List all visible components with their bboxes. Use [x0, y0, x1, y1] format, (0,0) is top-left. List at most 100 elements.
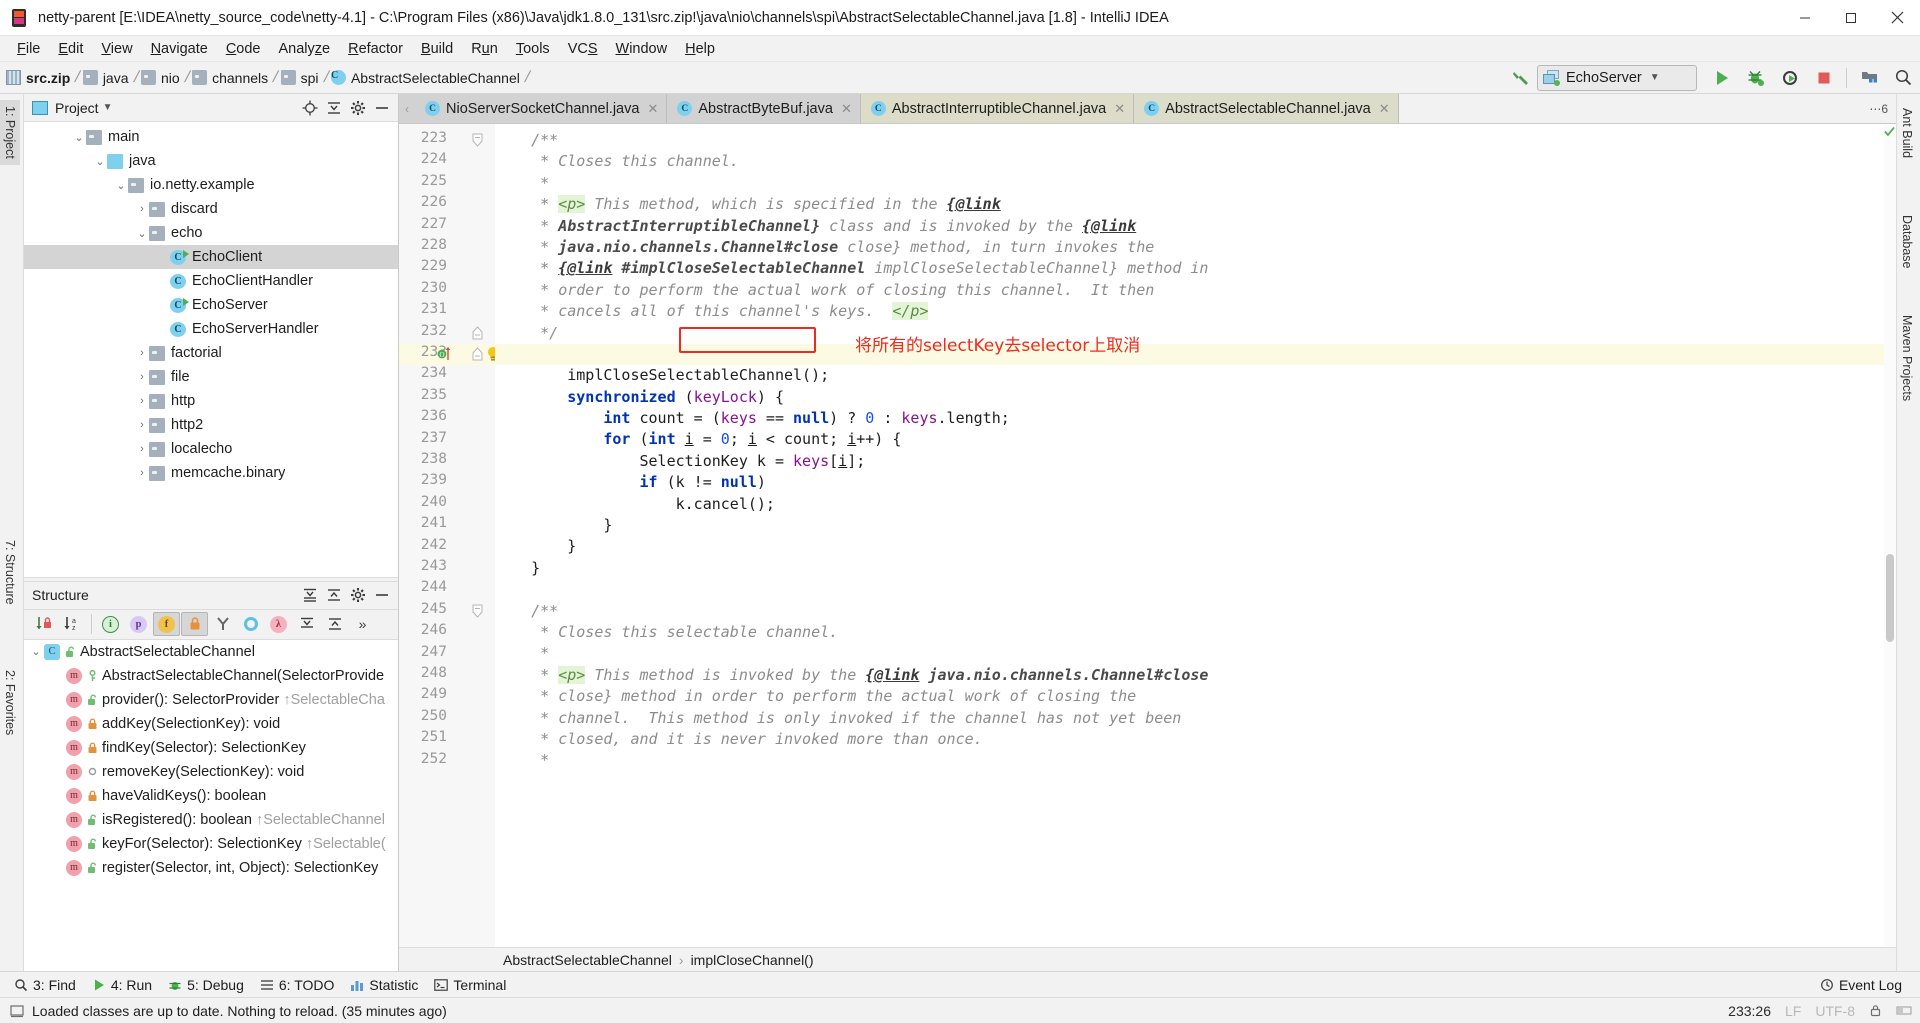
stop-button[interactable]	[1807, 63, 1841, 93]
expand-all-icon[interactable]	[298, 584, 322, 606]
menu-help[interactable]: Help	[676, 39, 724, 59]
sidebar-item-database[interactable]: Database	[1897, 209, 1917, 275]
structure-item-keyfor-selector-selectionkey[interactable]: m keyFor(Selector): SelectionKey ↑Selecta…	[24, 832, 398, 856]
expand-all-icon-2[interactable]	[293, 612, 320, 636]
menu-refactor[interactable]: Refactor	[339, 39, 412, 59]
search-everywhere-button[interactable]	[1886, 63, 1920, 93]
tree-item-echoclient[interactable]: C EchoClient	[24, 245, 398, 269]
show-lambdas-icon[interactable]: λ	[265, 612, 292, 636]
structure-item-register-selector-int-object-selectionke[interactable]: m register(Selector, int, Object): Select…	[24, 856, 398, 880]
file-encoding[interactable]: UTF-8	[1815, 1003, 1855, 1019]
project-tree[interactable]: ⌄ main ⌄ java ⌄ io.netty.example › discard ⌄ echo…	[24, 122, 398, 577]
toolwindow-terminal[interactable]: Terminal	[430, 975, 518, 995]
show-fields-icon[interactable]: f	[153, 612, 180, 636]
read-only-icon[interactable]	[1869, 1004, 1882, 1017]
toolwindow-run[interactable]: 4: Run	[88, 975, 164, 995]
menu-analyze[interactable]: Analyze	[270, 39, 340, 59]
tree-item-discard[interactable]: › discard	[24, 197, 398, 221]
fold-region-icon[interactable]	[471, 132, 484, 148]
show-anonymous-icon[interactable]	[209, 612, 236, 636]
gear-icon[interactable]	[346, 97, 370, 119]
chevron-down-icon[interactable]: ⌄	[93, 155, 107, 168]
tab-abstractselectablechannel[interactable]: C AbstractSelectableChannel.java ✕	[1134, 94, 1399, 123]
caret-position[interactable]: 233:26	[1728, 1003, 1771, 1019]
breadcrumb-item-abstractselectablechannel[interactable]: C AbstractSelectableChannel	[330, 70, 520, 86]
chevron-right-icon[interactable]: ›	[135, 467, 149, 479]
source-code[interactable]: /** * Closes this channel. * * <p> This …	[495, 124, 1896, 772]
tree-item-echoserverhandler[interactable]: C EchoServerHandler	[24, 317, 398, 341]
tab-nioserversocketchannel[interactable]: C NioServerSocketChannel.java ✕	[415, 94, 668, 123]
menu-edit[interactable]: Edit	[49, 39, 92, 59]
close-icon[interactable]: ✕	[1379, 101, 1390, 117]
sidebar-item-ant-build[interactable]: Ant Build	[1897, 102, 1917, 164]
chevron-right-icon[interactable]: ›	[135, 371, 149, 383]
breadcrumb-item-channels[interactable]: channels	[192, 70, 268, 86]
tree-item-main[interactable]: ⌄ main	[24, 125, 398, 149]
menu-tools[interactable]: Tools	[507, 39, 559, 59]
close-icon[interactable]: ✕	[1114, 101, 1125, 117]
structure-item-havevalidkeys-boolean[interactable]: m haveValidKeys(): boolean	[24, 784, 398, 808]
tab-abstractbytebuf[interactable]: C AbstractByteBuf.java ✕	[667, 94, 861, 123]
breadcrumb-method[interactable]: implCloseChannel()	[691, 952, 814, 968]
tabs-scroll-left-icon[interactable]: ‹	[399, 94, 415, 123]
chevron-down-icon[interactable]: ⌄	[28, 645, 44, 658]
chevron-right-icon[interactable]: ›	[135, 203, 149, 215]
structure-item-abstractselectablechannel[interactable]: ⌄ C AbstractSelectableChannel	[24, 640, 398, 664]
overridden-method-icon[interactable]: O	[437, 345, 455, 363]
chevron-right-icon[interactable]: ›	[135, 395, 149, 407]
fold-region-icon[interactable]	[471, 346, 484, 362]
show-inherited-icon[interactable]: i	[97, 612, 124, 636]
chevron-down-icon[interactable]: ⌄	[114, 179, 128, 192]
build-button[interactable]	[1503, 63, 1537, 93]
chevron-down-icon[interactable]: ▼	[103, 102, 113, 113]
breadcrumb-item-java[interactable]: java	[82, 70, 129, 86]
memory-indicator[interactable]	[1896, 1004, 1912, 1017]
line-separator[interactable]: LF	[1785, 1003, 1801, 1019]
tree-item-memcache-binary[interactable]: › memcache.binary	[24, 461, 398, 485]
menu-vcs[interactable]: VCS	[559, 39, 607, 59]
tree-item-factorial[interactable]: › factorial	[24, 341, 398, 365]
hide-icon-structure[interactable]	[370, 584, 394, 606]
code-area[interactable]: /** * Closes this channel. * * <p> This …	[495, 124, 1896, 947]
chevron-down-icon[interactable]: ⌄	[72, 131, 86, 144]
sidebar-item-favorites[interactable]: 2: Favorites	[0, 664, 20, 741]
menu-view[interactable]: View	[92, 39, 141, 59]
toolwindow-statistic[interactable]: Statistic	[346, 975, 430, 995]
structure-tree[interactable]: ⌄ C AbstractSelectableChannel m AbstractSele…	[24, 639, 398, 971]
menu-window[interactable]: Window	[607, 39, 677, 59]
tree-item-localecho[interactable]: › localecho	[24, 437, 398, 461]
minimize-button[interactable]	[1782, 0, 1828, 36]
tree-item-echoserver[interactable]: C EchoServer	[24, 293, 398, 317]
fold-region-icon[interactable]	[471, 325, 484, 341]
scroll-from-source-icon[interactable]	[298, 97, 322, 119]
hide-icon[interactable]	[370, 97, 394, 119]
tree-item-java[interactable]: ⌄ java	[24, 149, 398, 173]
tabs-overflow[interactable]: ⋯6	[1398, 94, 1896, 123]
structure-item-provider-selectorprovider[interactable]: m provider(): SelectorProvider ↑Selectabl…	[24, 688, 398, 712]
menu-code[interactable]: Code	[217, 39, 270, 59]
chevron-right-icon[interactable]: ›	[135, 347, 149, 359]
structure-item-addkey-selectionkey-void[interactable]: m addKey(SelectionKey): void	[24, 712, 398, 736]
tree-item-http[interactable]: › http	[24, 389, 398, 413]
sidebar-item-project[interactable]: 1: Project	[0, 100, 20, 165]
tree-item-echoclienthandler[interactable]: C EchoClientHandler	[24, 269, 398, 293]
tree-item-http2[interactable]: › http2	[24, 413, 398, 437]
chevron-right-icon[interactable]: ›	[135, 443, 149, 455]
editor-gutter[interactable]: 223 224 225 226 227 228 229 230 231 232 233 234 235 2…	[399, 124, 498, 947]
close-icon[interactable]: ✕	[647, 101, 658, 117]
collapse-all-icon-2[interactable]	[321, 612, 348, 636]
run-with-coverage-button[interactable]	[1773, 63, 1807, 93]
menu-file[interactable]: File	[8, 39, 49, 59]
sort-alphabetically-icon[interactable]: az	[58, 612, 85, 636]
menu-navigate[interactable]: Navigate	[142, 39, 217, 59]
breadcrumb-item-spi[interactable]: spi	[280, 70, 319, 86]
error-stripe[interactable]	[1884, 124, 1896, 947]
sidebar-item-structure[interactable]: 7: Structure	[0, 534, 20, 611]
show-non-public-icon[interactable]	[181, 612, 208, 636]
sidebar-item-maven[interactable]: Maven Projects	[1897, 309, 1917, 407]
tree-item-io-netty-example[interactable]: ⌄ io.netty.example	[24, 173, 398, 197]
maximize-button[interactable]	[1828, 0, 1874, 36]
structure-item-isregistered-boolean[interactable]: m isRegistered(): boolean ↑SelectableChan…	[24, 808, 398, 832]
structure-item-abstractselectablechannel-selectorprovid[interactable]: m AbstractSelectableChannel(SelectorProvi…	[24, 664, 398, 688]
tab-abstractinterruptiblechannel[interactable]: C AbstractInterruptibleChannel.java ✕	[860, 94, 1135, 123]
